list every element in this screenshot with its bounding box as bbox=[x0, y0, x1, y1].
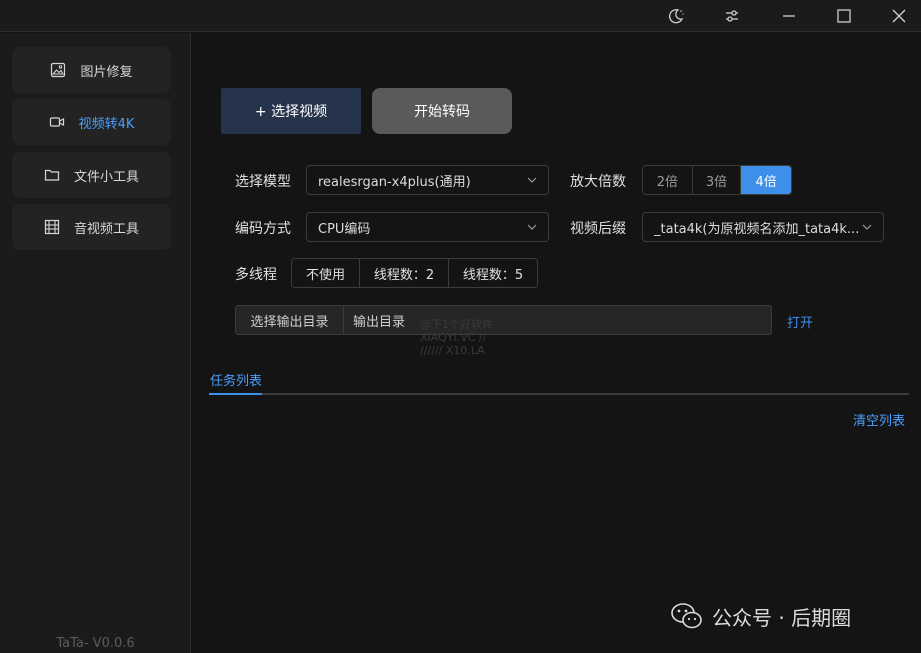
video-camera-icon bbox=[49, 114, 65, 130]
app-version: TaTa- V0.0.6 bbox=[56, 636, 135, 651]
sidebar-item-image-repair[interactable]: 图片修复 bbox=[12, 47, 171, 93]
scale-label: 放大倍数 bbox=[570, 174, 626, 190]
maximize-button[interactable] bbox=[821, 0, 867, 32]
watermark: @下1个好软件 XIAQYI.VC // ////// X10.LA bbox=[420, 318, 493, 357]
sidebar: 图片修复 视频转4K 文件小工具 音视频工具 TaTa- V0.0.6 bbox=[0, 33, 191, 653]
model-label: 选择模型 bbox=[235, 174, 291, 190]
scale-segmented-control: 2倍 3倍 4倍 bbox=[642, 165, 792, 195]
encode-select-value: CPU编码 bbox=[318, 221, 371, 237]
close-icon bbox=[892, 9, 906, 23]
maximize-icon bbox=[837, 9, 851, 23]
minimize-icon bbox=[783, 15, 795, 17]
sidebar-item-label: 文件小工具 bbox=[73, 169, 139, 185]
encode-select[interactable]: CPU编码 bbox=[306, 212, 549, 242]
close-button[interactable] bbox=[876, 0, 921, 32]
minimize-button[interactable] bbox=[766, 0, 812, 32]
sidebar-item-video-4k[interactable]: 视频转4K bbox=[12, 99, 171, 145]
image-icon bbox=[50, 62, 66, 78]
title-bar bbox=[0, 0, 921, 32]
sidebar-item-label: 音视频工具 bbox=[73, 221, 139, 237]
sidebar-item-av-tools[interactable]: 音视频工具 bbox=[12, 204, 171, 250]
folder-icon bbox=[44, 167, 60, 183]
suffix-select[interactable]: _tata4k(为原视频名添加_tata4k... bbox=[642, 212, 884, 242]
encode-label: 编码方式 bbox=[235, 221, 291, 237]
wechat-icon bbox=[671, 603, 702, 629]
scale-option-4x[interactable]: 4倍 bbox=[741, 166, 791, 194]
sliders-icon bbox=[726, 10, 738, 22]
moon-icon bbox=[669, 9, 684, 24]
watermark-line: XIAQYI.VC // bbox=[420, 331, 487, 344]
watermark-line: ////// X10.LA bbox=[420, 344, 485, 357]
open-output-link[interactable]: 打开 bbox=[787, 312, 813, 331]
select-video-button[interactable]: + 选择视频 bbox=[221, 88, 361, 134]
clear-list-link[interactable]: 清空列表 bbox=[853, 410, 905, 429]
wechat-account-badge: 公众号 · 后期圈 bbox=[670, 601, 851, 631]
suffix-select-value: _tata4k(为原视频名添加_tata4k... bbox=[654, 221, 859, 237]
chevron-down-icon bbox=[527, 177, 537, 183]
sidebar-item-file-tools[interactable]: 文件小工具 bbox=[12, 152, 171, 198]
start-transcode-button[interactable]: 开始转码 bbox=[372, 88, 512, 134]
threads-option-5[interactable]: 线程数：5 bbox=[449, 259, 537, 287]
sidebar-item-label: 视频转4K bbox=[78, 116, 135, 132]
threads-option-2[interactable]: 线程数：2 bbox=[360, 259, 449, 287]
sidebar-item-label: 图片修复 bbox=[80, 64, 133, 80]
tab-bar-divider bbox=[209, 393, 909, 395]
film-icon bbox=[44, 219, 60, 235]
tab-task-list[interactable]: 任务列表 bbox=[210, 370, 262, 389]
watermark-line: @下1个好软件 bbox=[420, 318, 493, 331]
model-select[interactable]: realesrgan-x4plus(通用) bbox=[306, 165, 549, 195]
tab-active-indicator bbox=[209, 393, 262, 395]
chevron-down-icon bbox=[862, 224, 872, 230]
output-directory-group: 选择输出目录 输出目录 bbox=[235, 305, 772, 335]
scale-option-3x[interactable]: 3倍 bbox=[692, 166, 742, 194]
theme-toggle-button[interactable] bbox=[653, 0, 699, 32]
settings-button[interactable] bbox=[709, 0, 755, 32]
output-dir-input[interactable]: 输出目录 bbox=[344, 306, 771, 334]
threads-label: 多线程 bbox=[235, 267, 277, 283]
model-select-value: realesrgan-x4plus(通用) bbox=[318, 174, 471, 190]
threads-option-none[interactable]: 不使用 bbox=[292, 259, 360, 287]
chevron-down-icon bbox=[527, 224, 537, 230]
scale-option-2x[interactable]: 2倍 bbox=[643, 166, 693, 194]
threads-segmented-control: 不使用 线程数：2 线程数：5 bbox=[291, 258, 538, 288]
wechat-account-name: 公众号 · 后期圈 bbox=[712, 605, 852, 630]
select-output-dir-button[interactable]: 选择输出目录 bbox=[236, 306, 344, 334]
suffix-label: 视频后缀 bbox=[570, 221, 626, 237]
